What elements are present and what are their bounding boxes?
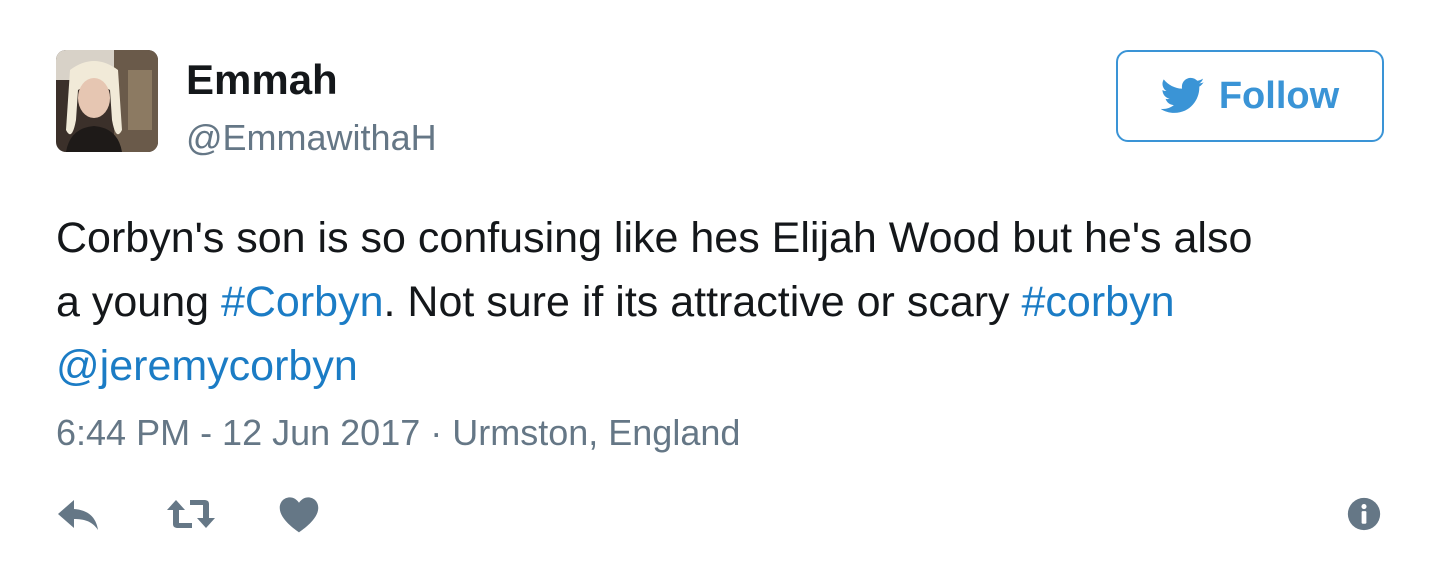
- meta-separator: ·: [420, 412, 453, 453]
- retweet-icon[interactable]: [164, 494, 218, 534]
- embedded-tweet: Emmah @EmmawithaH Follow Corbyn's son is…: [0, 0, 1440, 581]
- tweet-timestamp[interactable]: 6:44 PM - 12 Jun 2017: [56, 412, 420, 453]
- tweet-text-line-3: @jeremycorbyn: [56, 334, 1386, 398]
- reply-icon[interactable]: [56, 494, 104, 534]
- tweet-actions: [56, 494, 320, 534]
- hashtag-link[interactable]: #corbyn: [1022, 278, 1175, 326]
- tweet-meta: 6:44 PM - 12 Jun 2017 · Urmston, England: [56, 408, 740, 458]
- user-handle[interactable]: @EmmawithaH: [186, 116, 437, 160]
- hashtag-link[interactable]: #Corbyn: [221, 278, 384, 326]
- info-icon[interactable]: [1347, 497, 1381, 531]
- display-name[interactable]: Emmah: [186, 54, 338, 106]
- follow-button[interactable]: Follow: [1116, 50, 1384, 142]
- mention-link[interactable]: @jeremycorbyn: [56, 342, 358, 390]
- tweet-text-segment: . Not sure if its attractive or scary: [383, 278, 1022, 326]
- tweet-text-line-1: Corbyn's son is so confusing like hes El…: [56, 214, 1253, 262]
- tweet-location[interactable]: Urmston, England: [452, 412, 740, 453]
- twitter-bird-icon: [1160, 77, 1205, 115]
- tweet-text-line-2: a young #Corbyn. Not sure if its attract…: [56, 270, 1386, 334]
- tweet-text-segment: a young: [56, 278, 221, 326]
- follow-label: Follow: [1218, 74, 1340, 117]
- heart-icon[interactable]: [278, 494, 320, 534]
- tweet-text: Corbyn's son is so confusing like hes El…: [56, 206, 1386, 398]
- user-avatar[interactable]: [56, 50, 158, 152]
